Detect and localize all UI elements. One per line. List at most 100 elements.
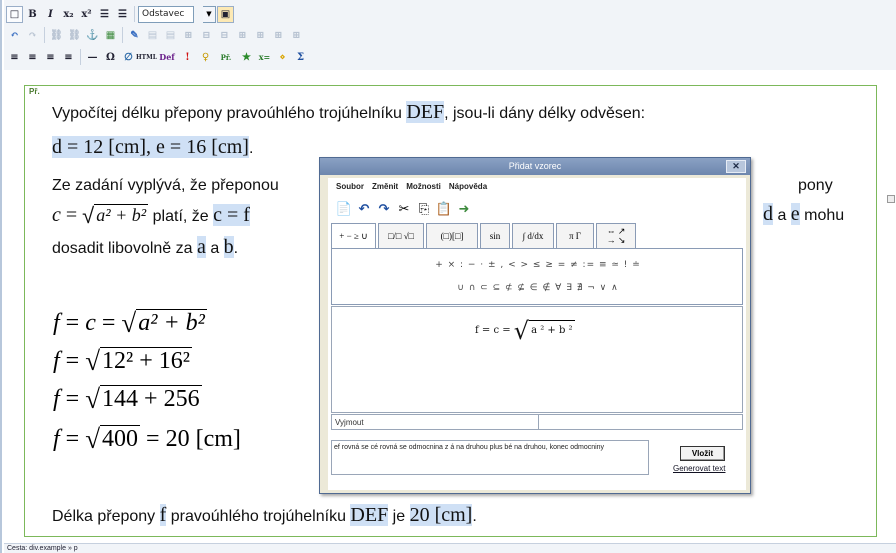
- table-props-button[interactable]: ▤: [162, 27, 179, 44]
- task-text: Vypočítej délku přepony pravoúhlého troj…: [52, 105, 407, 122]
- anchor-button[interactable]: ⚓: [84, 27, 101, 44]
- star-button[interactable]: ★: [238, 49, 255, 66]
- reasoning-line-3: dosadit libovolně za a a b.: [52, 236, 238, 259]
- equation-1[interactable]: f = c = √a² + b²: [53, 308, 207, 339]
- cut-icon[interactable]: ✂: [396, 201, 412, 217]
- toolbar-separator: [122, 27, 123, 43]
- dialog-body: Soubor Změnit Možnosti Nápověda 📄 ↶ ↷ ✂ …: [328, 178, 746, 490]
- reasoning-text: a: [773, 207, 791, 224]
- reasoning-text: platí, že: [148, 208, 214, 225]
- b-formula[interactable]: b: [223, 236, 234, 258]
- d-formula[interactable]: d: [763, 203, 773, 225]
- tab-fractions-roots[interactable]: □/□ √□: [378, 223, 424, 248]
- given-end: .: [248, 140, 254, 157]
- html-button[interactable]: HTML: [136, 49, 157, 66]
- bullet-list-button[interactable]: ☰: [96, 6, 113, 23]
- a-formula[interactable]: a: [196, 236, 206, 258]
- formula-button[interactable]: Σ: [292, 49, 309, 66]
- pythagoras-formula[interactable]: c: [52, 204, 61, 226]
- align-justify-button[interactable]: ≡: [60, 49, 77, 66]
- given-formula[interactable]: d = 12 [cm], e = 16 [cm]: [52, 136, 249, 158]
- formula-reading-text[interactable]: ef rovná se cé rovná se odmocnina z á na…: [331, 440, 649, 475]
- status-action: Vyjmout: [332, 415, 539, 429]
- variable-button[interactable]: x=: [256, 49, 273, 66]
- table-button[interactable]: ▤: [144, 27, 161, 44]
- insert-row-button[interactable]: ⊞: [180, 27, 197, 44]
- insert-button[interactable]: Vložit: [680, 446, 725, 461]
- answer-formula[interactable]: 20 [cm]: [409, 504, 473, 526]
- reasoning-line-1-end: pony: [798, 177, 833, 195]
- equation-3[interactable]: f = √144 + 256: [53, 384, 202, 415]
- undo-button[interactable]: ↶: [6, 27, 23, 44]
- new-icon[interactable]: 📄: [336, 201, 352, 217]
- undo-icon[interactable]: ↶: [356, 201, 372, 217]
- delete-row-button[interactable]: ⊟: [198, 27, 215, 44]
- insert-col-button[interactable]: ⊟: [216, 27, 233, 44]
- clear-format-button[interactable]: ∅: [120, 49, 137, 66]
- split-cell-button[interactable]: ⊞: [252, 27, 269, 44]
- align-left-button[interactable]: ≡: [6, 49, 23, 66]
- redo-icon[interactable]: ↷: [376, 201, 392, 217]
- toggle-view-button[interactable]: ▣: [217, 5, 234, 23]
- superscript-button[interactable]: x²: [78, 6, 95, 23]
- reasoning-text: .: [233, 240, 239, 257]
- menu-file[interactable]: Soubor: [336, 182, 364, 194]
- definition-button[interactable]: Def: [156, 49, 178, 66]
- tip-icon[interactable]: ♀: [197, 49, 214, 66]
- new-document-button[interactable]: □: [6, 5, 23, 23]
- toolbar-separator: [134, 6, 135, 22]
- align-center-button[interactable]: ≡: [24, 49, 41, 66]
- triangle-formula[interactable]: DEF: [406, 101, 445, 123]
- generate-text-link[interactable]: Generovat text: [673, 464, 725, 473]
- delete-col-button[interactable]: ⊞: [234, 27, 251, 44]
- subscript-button[interactable]: x₂: [60, 6, 77, 23]
- export-icon[interactable]: ➜: [456, 201, 472, 217]
- menu-help[interactable]: Nápověda: [449, 182, 487, 194]
- dialog-title-bar[interactable]: Přidat vzorec ✕: [320, 158, 750, 175]
- tab-calculus[interactable]: ∫ d/dx: [512, 223, 554, 248]
- tab-functions[interactable]: sin: [480, 223, 510, 248]
- example-button[interactable]: Př.: [215, 49, 237, 66]
- answer-text: pravoúhlého trojúhelníku: [166, 508, 351, 525]
- close-icon[interactable]: ✕: [726, 160, 746, 173]
- palette-sets-row[interactable]: ∪ ∩ ⊂ ⊆ ⊄ ⊈ ∈ ∉ ∀ ∃ ∄ ¬ ∨ ∧: [332, 283, 744, 293]
- triangle-formula[interactable]: DEF: [350, 504, 389, 526]
- tab-arrows[interactable]: ⇔ ↗ → ↘: [596, 223, 636, 248]
- shape-button[interactable]: ⋄: [274, 49, 291, 66]
- cell-props-button[interactable]: ⊞: [288, 27, 305, 44]
- status-path: Cesta: div.example » p: [4, 543, 896, 553]
- equation-4[interactable]: f = √400 = 20 [cm]: [53, 424, 241, 455]
- dialog-title: Přidat vzorec: [508, 161, 562, 171]
- tab-brackets[interactable]: (□)[□]: [426, 223, 478, 248]
- edit-button[interactable]: ✎: [126, 27, 143, 44]
- align-right-button[interactable]: ≡: [42, 49, 59, 66]
- chevron-down-icon[interactable]: ▼: [203, 5, 216, 23]
- merge-cell-button[interactable]: ⊞: [270, 27, 287, 44]
- dialog-toolbar: 📄 ↶ ↷ ✂ ⎘ 📋 ➜: [336, 201, 472, 217]
- tab-greek[interactable]: π Γ: [556, 223, 594, 248]
- e-formula[interactable]: e: [790, 203, 800, 225]
- menu-options[interactable]: Možnosti: [406, 182, 441, 194]
- unlink-button[interactable]: ⛓: [66, 27, 83, 44]
- add-formula-dialog: Přidat vzorec ✕ Soubor Změnit Možnosti N…: [319, 157, 751, 494]
- formula-preview[interactable]: f = c = √ a ² + b ²: [331, 306, 743, 413]
- warning-button[interactable]: !: [179, 49, 196, 66]
- copy-icon[interactable]: ⎘: [416, 201, 432, 217]
- link-button[interactable]: ⛓: [48, 27, 65, 44]
- menu-change[interactable]: Změnit: [372, 182, 398, 194]
- paragraph-style-select[interactable]: Odstavec: [138, 5, 194, 23]
- numbered-list-button[interactable]: ☰: [114, 6, 131, 23]
- paste-icon[interactable]: 📋: [436, 201, 452, 217]
- equation-2[interactable]: f = √12² + 16²: [53, 346, 192, 377]
- palette-operators-row[interactable]: + × : − · ± , < > ≤ ≥ = ≠ := ≡ ≃ ! ≐: [332, 260, 744, 270]
- italic-button[interactable]: I: [42, 6, 59, 23]
- special-char-button[interactable]: Ω: [102, 49, 119, 66]
- horizontal-rule-button[interactable]: —: [84, 49, 101, 66]
- bold-button[interactable]: B: [24, 6, 41, 23]
- image-button[interactable]: ▦: [102, 27, 119, 44]
- redo-button[interactable]: ↷: [24, 27, 41, 44]
- reasoning-text-end: pony: [798, 177, 833, 194]
- tab-operators[interactable]: + − ≥ ∪: [331, 223, 376, 248]
- scroll-marker[interactable]: [887, 195, 895, 203]
- c-equals-f-formula[interactable]: c = f: [213, 204, 250, 226]
